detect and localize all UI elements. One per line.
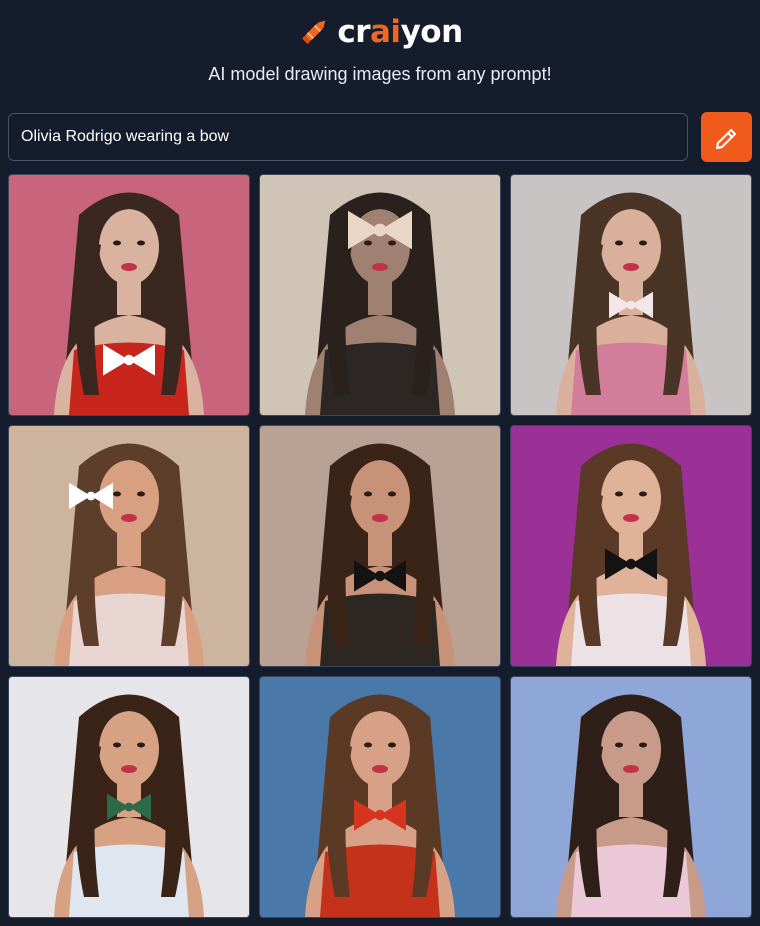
generated-image-art: [511, 175, 751, 415]
generated-image-7[interactable]: [8, 676, 250, 918]
generated-image-8[interactable]: [259, 676, 501, 918]
header: craiyon AI model drawing images from any…: [0, 0, 760, 100]
crayon-logo-icon: [302, 20, 326, 44]
generated-image-art: [260, 677, 500, 917]
craiyon-logo[interactable]: craiyon: [0, 10, 760, 54]
generated-image-9[interactable]: [510, 676, 752, 918]
generated-image-3[interactable]: [510, 174, 752, 416]
generated-image-2[interactable]: [259, 174, 501, 416]
draw-button[interactable]: [701, 112, 752, 162]
generated-image-art: [9, 175, 249, 415]
generated-image-4[interactable]: [8, 425, 250, 667]
generated-image-art: [511, 677, 751, 917]
generated-image-art: [511, 426, 751, 666]
generated-image-art: [9, 426, 249, 666]
logo-text: craiyon: [337, 14, 463, 50]
generated-image-6[interactable]: [510, 425, 752, 667]
image-results-grid: [8, 174, 752, 918]
prompt-input[interactable]: [8, 113, 688, 161]
generated-image-5[interactable]: [259, 425, 501, 667]
generated-image-1[interactable]: [8, 174, 250, 416]
generated-image-art: [260, 426, 500, 666]
pencil-icon: [715, 128, 736, 150]
generated-image-art: [9, 677, 249, 917]
generated-image-art: [260, 175, 500, 415]
tagline: AI model drawing images from any prompt!: [208, 64, 552, 84]
